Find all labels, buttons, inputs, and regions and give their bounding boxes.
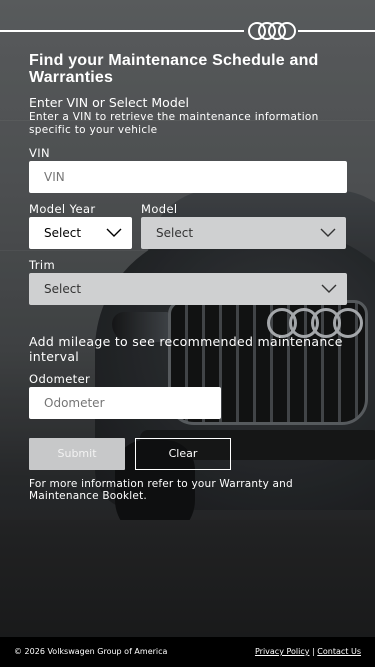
model-year-select[interactable]: Select [29, 217, 132, 249]
trim-selected: Select [44, 282, 82, 296]
page-title: Find your Maintenance Schedule and Warra… [29, 52, 319, 86]
clear-button[interactable]: Clear [135, 438, 231, 470]
booklet-note: For more information refer to your Warra… [29, 478, 293, 502]
odometer-label: Odometer [29, 372, 91, 386]
footer-links: Privacy Policy | Contact Us [255, 637, 361, 667]
link-separator: | [312, 647, 315, 656]
vin-input[interactable] [29, 161, 347, 193]
top-bar [0, 18, 375, 44]
chevron-down-icon [320, 228, 336, 237]
page-subtitle: Enter VIN or Select Model [29, 95, 189, 110]
chevron-down-icon [321, 284, 337, 293]
submit-button[interactable]: Submit [29, 438, 125, 470]
contact-us-link[interactable]: Contact Us [317, 647, 361, 656]
odometer-input[interactable] [29, 387, 221, 419]
divider-line [0, 30, 244, 32]
year-model-row: Model Year Select Model Select [29, 202, 347, 249]
audi-rings-logo[interactable] [248, 22, 296, 40]
chevron-down-icon [106, 228, 122, 237]
model-year-selected: Select [44, 226, 82, 240]
trim-select[interactable]: Select [29, 273, 347, 305]
page-description: Enter a VIN to retrieve the maintenance … [29, 111, 319, 136]
vin-label: VIN [29, 146, 51, 160]
model-select[interactable]: Select [141, 217, 346, 249]
trim-label: Trim [29, 258, 56, 272]
model-year-label: Model Year [29, 202, 96, 216]
model-label: Model [141, 202, 178, 216]
privacy-policy-link[interactable]: Privacy Policy [255, 647, 310, 656]
maintenance-form: Find your Maintenance Schedule and Warra… [29, 52, 347, 502]
model-selected: Select [156, 226, 194, 240]
footer: © 2026 Volkswagen Group of America Priva… [0, 637, 375, 667]
form-actions: Submit Clear [29, 438, 347, 470]
divider-line [298, 30, 375, 32]
mileage-prompt: Add mileage to see recommended maintenan… [29, 334, 343, 364]
copyright-text: © 2026 Volkswagen Group of America [14, 647, 168, 656]
